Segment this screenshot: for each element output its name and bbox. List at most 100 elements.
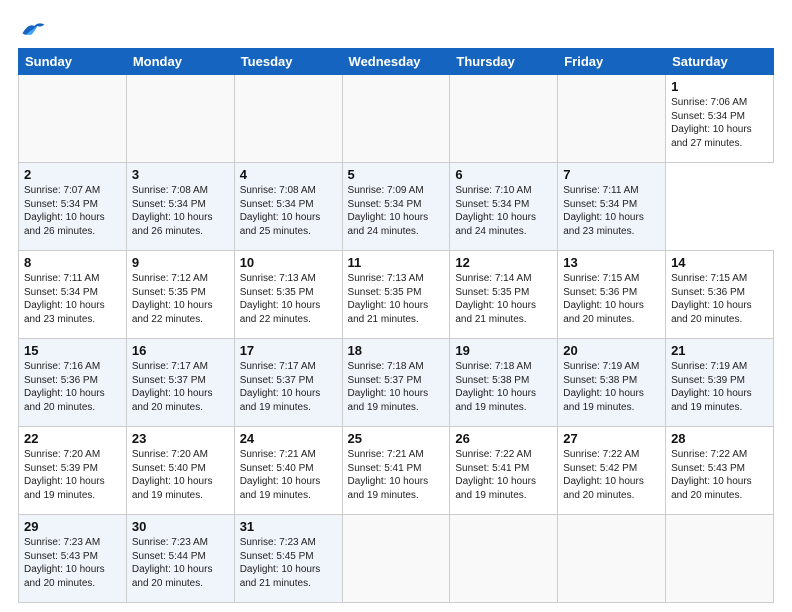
day-info: Sunrise: 7:21 AM Sunset: 5:40 PM Dayligh…: [240, 448, 337, 502]
calendar-day-cell: 26Sunrise: 7:22 AM Sunset: 5:41 PM Dayli…: [450, 427, 558, 515]
day-number: 17: [240, 343, 337, 358]
day-info: Sunrise: 7:16 AM Sunset: 5:36 PM Dayligh…: [24, 360, 121, 414]
calendar-day-header: Saturday: [666, 49, 774, 75]
day-info: Sunrise: 7:18 AM Sunset: 5:37 PM Dayligh…: [348, 360, 445, 414]
day-number: 25: [348, 431, 445, 446]
calendar-day-cell: 22Sunrise: 7:20 AM Sunset: 5:39 PM Dayli…: [19, 427, 127, 515]
day-info: Sunrise: 7:07 AM Sunset: 5:34 PM Dayligh…: [24, 184, 121, 238]
day-info: Sunrise: 7:09 AM Sunset: 5:34 PM Dayligh…: [348, 184, 445, 238]
day-number: 18: [348, 343, 445, 358]
calendar-empty-cell: [342, 75, 450, 163]
day-info: Sunrise: 7:20 AM Sunset: 5:39 PM Dayligh…: [24, 448, 121, 502]
calendar-empty-cell: [126, 75, 234, 163]
calendar-day-cell: 25 Sunrise: 7:21 AM Sunset: 5:41 PM Dayli…: [342, 427, 450, 515]
calendar-day-cell: 16 Sunrise: 7:17 AM Sunset: 5:37 PM Dayli…: [126, 339, 234, 427]
calendar-day-cell: 23Sunrise: 7:20 AM Sunset: 5:40 PM Dayli…: [126, 427, 234, 515]
calendar-day-cell: 5 Sunrise: 7:09 AM Sunset: 5:34 PM Daylig…: [342, 163, 450, 251]
day-number: 4: [240, 167, 337, 182]
day-info: Sunrise: 7:13 AM Sunset: 5:35 PM Dayligh…: [240, 272, 337, 326]
day-info: Sunrise: 7:22 AM Sunset: 5:42 PM Dayligh…: [563, 448, 660, 502]
calendar-day-cell: 30 Sunrise: 7:23 AM Sunset: 5:44 PM Dayli…: [126, 515, 234, 603]
day-info: Sunrise: 7:15 AM Sunset: 5:36 PM Dayligh…: [671, 272, 768, 326]
calendar-day-header: Wednesday: [342, 49, 450, 75]
day-number: 24: [240, 431, 337, 446]
day-info: Sunrise: 7:06 AM Sunset: 5:34 PM Dayligh…: [671, 96, 768, 150]
calendar-day-cell: 12 Sunrise: 7:14 AM Sunset: 5:35 PM Dayli…: [450, 251, 558, 339]
day-number: 5: [348, 167, 445, 182]
day-number: 20: [563, 343, 660, 358]
day-number: 10: [240, 255, 337, 270]
calendar-day-cell: 3Sunrise: 7:08 AM Sunset: 5:34 PM Daylig…: [126, 163, 234, 251]
day-number: 12: [455, 255, 552, 270]
day-info: Sunrise: 7:18 AM Sunset: 5:38 PM Dayligh…: [455, 360, 552, 414]
calendar-empty-cell: [558, 75, 666, 163]
calendar-day-cell: 19 Sunrise: 7:18 AM Sunset: 5:38 PM Dayli…: [450, 339, 558, 427]
calendar-day-cell: 9Sunrise: 7:12 AM Sunset: 5:35 PM Daylig…: [126, 251, 234, 339]
calendar-day-cell: 11 Sunrise: 7:13 AM Sunset: 5:35 PM Dayli…: [342, 251, 450, 339]
day-number: 26: [455, 431, 552, 446]
calendar-day-cell: 18 Sunrise: 7:18 AM Sunset: 5:37 PM Dayli…: [342, 339, 450, 427]
day-info: Sunrise: 7:23 AM Sunset: 5:45 PM Dayligh…: [240, 536, 337, 590]
calendar-week-row: 15Sunrise: 7:16 AM Sunset: 5:36 PM Dayli…: [19, 339, 774, 427]
calendar-header-row: SundayMondayTuesdayWednesdayThursdayFrid…: [19, 49, 774, 75]
calendar-day-cell: 29 Sunrise: 7:23 AM Sunset: 5:43 PM Dayli…: [19, 515, 127, 603]
calendar-table: SundayMondayTuesdayWednesdayThursdayFrid…: [18, 48, 774, 603]
calendar-week-row: 29 Sunrise: 7:23 AM Sunset: 5:43 PM Dayli…: [19, 515, 774, 603]
calendar-week-row: 2 Sunrise: 7:07 AM Sunset: 5:34 PM Daylig…: [19, 163, 774, 251]
calendar-day-header: Tuesday: [234, 49, 342, 75]
day-number: 2: [24, 167, 121, 182]
calendar-day-cell: 8Sunrise: 7:11 AM Sunset: 5:34 PM Daylig…: [19, 251, 127, 339]
calendar-week-row: 22Sunrise: 7:20 AM Sunset: 5:39 PM Dayli…: [19, 427, 774, 515]
day-info: Sunrise: 7:11 AM Sunset: 5:34 PM Dayligh…: [24, 272, 121, 326]
day-number: 21: [671, 343, 768, 358]
day-number: 27: [563, 431, 660, 446]
day-info: Sunrise: 7:19 AM Sunset: 5:39 PM Dayligh…: [671, 360, 768, 414]
calendar-day-cell: 15Sunrise: 7:16 AM Sunset: 5:36 PM Dayli…: [19, 339, 127, 427]
calendar-day-header: Thursday: [450, 49, 558, 75]
day-info: Sunrise: 7:13 AM Sunset: 5:35 PM Dayligh…: [348, 272, 445, 326]
calendar-day-cell: 24 Sunrise: 7:21 AM Sunset: 5:40 PM Dayli…: [234, 427, 342, 515]
day-number: 30: [132, 519, 229, 534]
calendar-empty-cell: [342, 515, 450, 603]
day-number: 16: [132, 343, 229, 358]
calendar-empty-cell: [450, 75, 558, 163]
day-number: 11: [348, 255, 445, 270]
calendar-day-cell: 31Sunrise: 7:23 AM Sunset: 5:45 PM Dayli…: [234, 515, 342, 603]
header: [18, 18, 774, 40]
day-number: 1: [671, 79, 768, 94]
day-info: Sunrise: 7:15 AM Sunset: 5:36 PM Dayligh…: [563, 272, 660, 326]
calendar-day-cell: 14Sunrise: 7:15 AM Sunset: 5:36 PM Dayli…: [666, 251, 774, 339]
calendar-day-cell: 2 Sunrise: 7:07 AM Sunset: 5:34 PM Daylig…: [19, 163, 127, 251]
calendar-day-cell: 17 Sunrise: 7:17 AM Sunset: 5:37 PM Dayli…: [234, 339, 342, 427]
day-info: Sunrise: 7:17 AM Sunset: 5:37 PM Dayligh…: [240, 360, 337, 414]
day-info: Sunrise: 7:21 AM Sunset: 5:41 PM Dayligh…: [348, 448, 445, 502]
calendar-day-cell: 13 Sunrise: 7:15 AM Sunset: 5:36 PM Dayli…: [558, 251, 666, 339]
day-number: 23: [132, 431, 229, 446]
calendar-day-header: Friday: [558, 49, 666, 75]
calendar-week-row: 1 Sunrise: 7:06 AM Sunset: 5:34 PM Daylig…: [19, 75, 774, 163]
day-number: 29: [24, 519, 121, 534]
day-number: 28: [671, 431, 768, 446]
day-number: 13: [563, 255, 660, 270]
calendar-day-cell: 27 Sunrise: 7:22 AM Sunset: 5:42 PM Dayli…: [558, 427, 666, 515]
day-number: 3: [132, 167, 229, 182]
day-number: 19: [455, 343, 552, 358]
calendar-day-header: Sunday: [19, 49, 127, 75]
day-info: Sunrise: 7:17 AM Sunset: 5:37 PM Dayligh…: [132, 360, 229, 414]
calendar-day-cell: 4Sunrise: 7:08 AM Sunset: 5:34 PM Daylig…: [234, 163, 342, 251]
day-info: Sunrise: 7:19 AM Sunset: 5:38 PM Dayligh…: [563, 360, 660, 414]
calendar-empty-cell: [234, 75, 342, 163]
day-number: 7: [563, 167, 660, 182]
day-info: Sunrise: 7:23 AM Sunset: 5:43 PM Dayligh…: [24, 536, 121, 590]
day-info: Sunrise: 7:11 AM Sunset: 5:34 PM Dayligh…: [563, 184, 660, 238]
day-info: Sunrise: 7:23 AM Sunset: 5:44 PM Dayligh…: [132, 536, 229, 590]
page: SundayMondayTuesdayWednesdayThursdayFrid…: [0, 0, 792, 612]
day-info: Sunrise: 7:14 AM Sunset: 5:35 PM Dayligh…: [455, 272, 552, 326]
day-info: Sunrise: 7:10 AM Sunset: 5:34 PM Dayligh…: [455, 184, 552, 238]
calendar-day-cell: 21 Sunrise: 7:19 AM Sunset: 5:39 PM Dayli…: [666, 339, 774, 427]
calendar-day-cell: 1 Sunrise: 7:06 AM Sunset: 5:34 PM Daylig…: [666, 75, 774, 163]
calendar-week-row: 8Sunrise: 7:11 AM Sunset: 5:34 PM Daylig…: [19, 251, 774, 339]
calendar-day-cell: 20 Sunrise: 7:19 AM Sunset: 5:38 PM Dayli…: [558, 339, 666, 427]
calendar-day-cell: 28Sunrise: 7:22 AM Sunset: 5:43 PM Dayli…: [666, 427, 774, 515]
calendar-empty-cell: [450, 515, 558, 603]
